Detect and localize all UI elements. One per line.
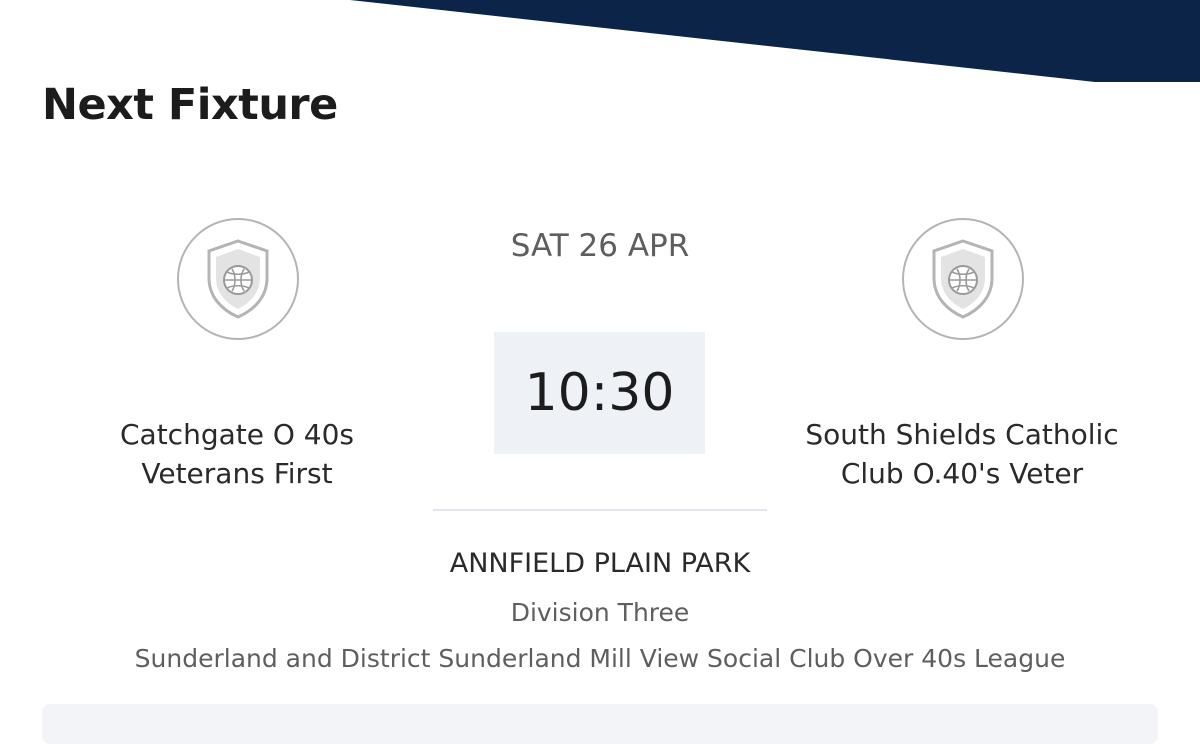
league-name: Sunderland and District Sunderland Mill …: [134, 644, 1066, 673]
home-team-crest[interactable]: [177, 218, 299, 340]
home-team-name[interactable]: Catchgate O 40s Veterans First: [72, 415, 402, 493]
away-team-name[interactable]: South Shields Catholic Club O.40's Veter: [797, 415, 1127, 493]
shield-football-icon: [932, 239, 994, 319]
away-team-crest[interactable]: [902, 218, 1024, 340]
away-team-name-line1: South Shields Catholic: [805, 418, 1119, 451]
shield-football-icon: [207, 239, 269, 319]
home-team-name-line2: Veterans First: [141, 457, 333, 490]
away-team-name-line2: Club O.40's Veter: [840, 457, 1084, 490]
venue-name[interactable]: ANNFIELD PLAIN PARK: [250, 548, 950, 579]
next-content-card: [42, 704, 1158, 744]
fixture-divider: [433, 509, 767, 511]
division-name: Division Three: [510, 598, 690, 627]
header-banner: [350, 0, 1200, 82]
home-team-name-line1: Catchgate O 40s: [119, 418, 355, 451]
section-title: Next Fixture: [42, 80, 338, 130]
kickoff-time: 10:30: [494, 332, 705, 454]
match-date: SAT 26 APR: [510, 228, 690, 264]
